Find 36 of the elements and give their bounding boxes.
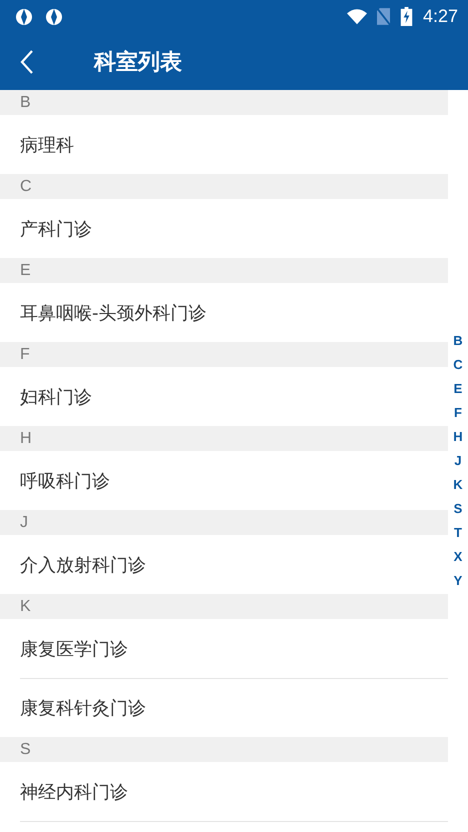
app-icon <box>44 6 64 26</box>
section-header: F <box>0 342 448 367</box>
wifi-icon <box>346 6 367 26</box>
no-sim-icon <box>376 7 390 26</box>
section-header: S <box>0 737 448 762</box>
section-header: B <box>0 90 448 115</box>
section-header: H <box>0 426 448 451</box>
section-header: K <box>0 594 448 619</box>
index-letter[interactable]: K <box>453 473 463 497</box>
index-letter[interactable]: T <box>454 521 462 545</box>
section-header: E <box>0 258 448 283</box>
department-item[interactable]: 耳鼻咽喉-头颈外科门诊 <box>20 300 206 324</box>
index-letter[interactable]: B <box>453 329 463 353</box>
index-letter[interactable]: S <box>454 497 462 521</box>
department-item[interactable]: 介入放射科门诊 <box>20 552 146 576</box>
department-item[interactable]: 呼吸科门诊 <box>20 468 110 492</box>
index-letter[interactable]: C <box>453 353 463 377</box>
department-item[interactable]: 妇科门诊 <box>20 384 92 408</box>
section-header: J <box>0 510 448 535</box>
index-letter[interactable]: Y <box>454 569 462 593</box>
department-item[interactable]: 产科门诊 <box>20 216 92 240</box>
index-letter[interactable]: J <box>454 449 462 473</box>
section-header: C <box>0 174 448 199</box>
index-letter[interactable]: H <box>453 425 463 449</box>
index-letter[interactable]: X <box>454 545 462 569</box>
battery-charging-icon <box>400 7 413 26</box>
index-letter[interactable]: F <box>454 401 462 425</box>
page-title: 科室列表 <box>94 48 182 76</box>
department-item[interactable]: 神经内科门诊 <box>20 780 128 804</box>
index-letter[interactable]: E <box>454 377 462 401</box>
back-icon[interactable] <box>20 48 34 74</box>
department-item[interactable]: 康复医学门诊 <box>20 636 128 660</box>
department-item[interactable]: 病理科 <box>20 132 74 156</box>
clock-time: 4:27 <box>422 6 458 27</box>
app-icon <box>14 6 34 26</box>
department-item[interactable]: 康复科针灸门诊 <box>20 696 146 720</box>
